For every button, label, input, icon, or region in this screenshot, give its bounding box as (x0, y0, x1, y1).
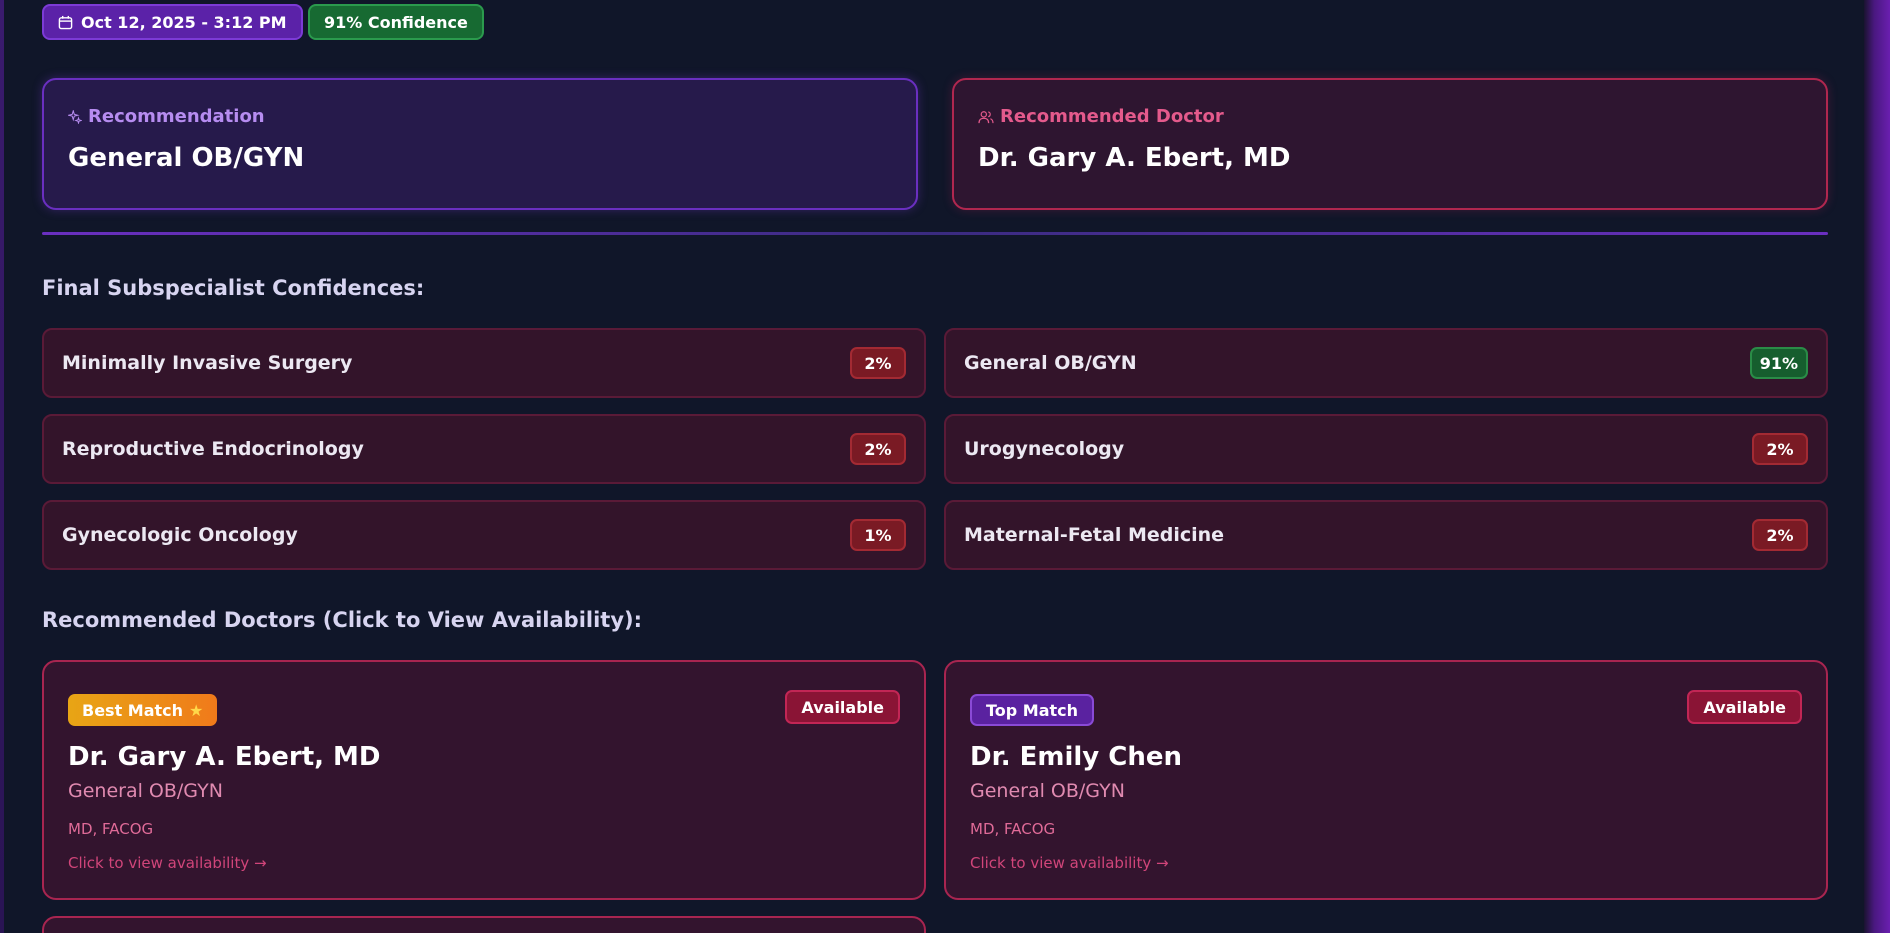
doctor-specialty: General OB/GYN (68, 780, 223, 802)
doctor-credentials: MD, FACOG (68, 820, 154, 838)
view-availability-link[interactable]: Click to view availability → (970, 854, 1169, 872)
top-match-badge-text: Top Match (986, 700, 1079, 720)
star-icon: ★ (189, 700, 204, 720)
available-badge: Available (1687, 690, 1802, 724)
available-badge: Available (785, 690, 900, 724)
confidence-item-general-obgyn: General OB/GYN 91% (944, 328, 1828, 398)
confidence-name: Gynecologic Oncology (62, 524, 298, 546)
confidence-percent-badge: 2% (850, 347, 906, 379)
doctor-card-partial[interactable] (42, 916, 926, 933)
recommended-doctor-label: Recommended Doctor (978, 106, 1802, 127)
confidence-name: Urogynecology (964, 438, 1125, 460)
confidence-percent-badge: 2% (1752, 519, 1808, 551)
right-scroll-edge (1864, 0, 1890, 933)
recommended-doctor-value: Dr. Gary A. Ebert, MD (978, 143, 1291, 173)
recommendation-value: General OB/GYN (68, 143, 305, 173)
doctor-name: Dr. Gary A. Ebert, MD (68, 742, 381, 772)
calendar-icon (58, 15, 73, 29)
confidence-item-urogynecology: Urogynecology 2% (944, 414, 1828, 484)
date-chip-text: Oct 12, 2025 - 3:12 PM (81, 12, 287, 32)
confidences-title: Final Subspecialist Confidences: (42, 276, 425, 300)
recommended-doctor-card: Recommended Doctor Dr. Gary A. Ebert, MD (952, 78, 1828, 210)
confidence-name: Reproductive Endocrinology (62, 438, 364, 460)
sparkle-icon (68, 109, 82, 124)
best-match-badge: Best Match ★ (68, 694, 218, 726)
recommended-doctor-label-text: Recommended Doctor (1000, 106, 1224, 127)
left-edge (0, 0, 4, 933)
doctors-title: Recommended Doctors (Click to View Avail… (42, 608, 643, 632)
recommendation-label: Recommendation (68, 106, 892, 127)
confidence-name: General OB/GYN (964, 352, 1137, 374)
confidence-chip-text: 91% Confidence (324, 12, 468, 32)
results-page: Oct 12, 2025 - 3:12 PM 91% Confidence Re… (0, 0, 1890, 933)
confidence-percent-badge: 91% (1749, 347, 1808, 379)
recommendation-card: Recommendation General OB/GYN (42, 78, 918, 210)
best-match-badge-text: Best Match (82, 700, 184, 720)
recommendation-label-text: Recommendation (88, 106, 265, 127)
confidence-name: Maternal-Fetal Medicine (964, 524, 1225, 546)
confidence-percent-badge: 1% (850, 519, 906, 551)
confidence-percent-badge: 2% (1752, 433, 1808, 465)
doctor-name: Dr. Emily Chen (970, 742, 1183, 772)
section-divider (42, 232, 1828, 235)
confidence-name: Minimally Invasive Surgery (62, 352, 353, 374)
confidence-item-maternal-fetal-medicine: Maternal-Fetal Medicine 2% (944, 500, 1828, 570)
confidence-item-reproductive-endocrinology: Reproductive Endocrinology 2% (42, 414, 926, 484)
view-availability-link[interactable]: Click to view availability → (68, 854, 267, 872)
users-icon (978, 110, 994, 123)
confidence-item-minimally-invasive-surgery: Minimally Invasive Surgery 2% (42, 328, 926, 398)
confidence-percent-badge: 2% (850, 433, 906, 465)
top-match-badge: Top Match (970, 694, 1095, 726)
doctor-card-gary-ebert[interactable]: Best Match ★ Available Dr. Gary A. Ebert… (42, 660, 926, 900)
doctor-card-emily-chen[interactable]: Top Match Available Dr. Emily Chen Gener… (944, 660, 1828, 900)
confidence-item-gynecologic-oncology: Gynecologic Oncology 1% (42, 500, 926, 570)
confidence-chip: 91% Confidence (308, 4, 484, 40)
doctor-specialty: General OB/GYN (970, 780, 1125, 802)
date-chip: Oct 12, 2025 - 3:12 PM (42, 4, 303, 40)
doctor-credentials: MD, FACOG (970, 820, 1056, 838)
